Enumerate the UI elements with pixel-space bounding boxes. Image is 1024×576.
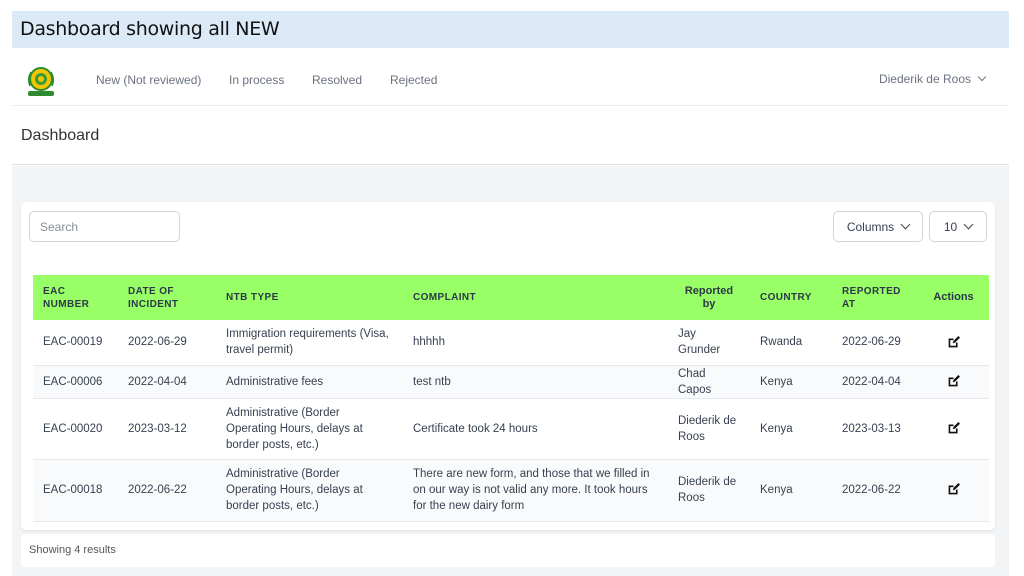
page-title: Dashboard — [21, 127, 100, 144]
table-row: EAC-00019 2022-06-29 Immigration require… — [33, 320, 989, 366]
cell-reported-at: 2022-06-22 — [832, 459, 918, 522]
edit-icon[interactable] — [947, 374, 960, 388]
cell-complaint: hhhhh — [403, 320, 668, 366]
table-row: EAC-00018 2022-06-22 Administrative (Bor… — [33, 459, 989, 522]
edit-icon[interactable] — [947, 335, 960, 349]
nav-in-process[interactable]: In process — [229, 73, 284, 87]
col-country[interactable]: COUNTRY — [750, 275, 832, 320]
cell-actions — [918, 320, 989, 366]
nav-new-not-reviewed[interactable]: New (Not reviewed) — [96, 73, 201, 87]
user-menu[interactable]: Diederik de Roos — [878, 72, 987, 86]
cell-date: 2022-04-04 — [118, 365, 216, 399]
cell-reported-at: 2023-03-13 — [832, 398, 918, 460]
col-actions: Actions — [933, 291, 974, 303]
banner: Dashboard showing all NEW — [12, 11, 1009, 48]
cell-ntb-type: Administrative (Border Operating Hours, … — [216, 398, 403, 460]
cell-eac-number: EAC-00006 — [33, 365, 118, 399]
chevron-down-icon — [977, 72, 987, 82]
cell-complaint: Certificate took 24 hours — [403, 398, 668, 460]
cell-reported-by: Diederik de Roos — [668, 398, 750, 460]
banner-title: Dashboard showing all NEW — [20, 18, 280, 40]
cell-reported-by: Chad Capos — [668, 365, 750, 399]
col-ntb-type[interactable]: NTB TYPE — [216, 275, 403, 320]
cell-country: Rwanda — [750, 320, 832, 366]
edit-icon[interactable] — [947, 421, 960, 435]
eac-logo-icon[interactable] — [24, 64, 58, 98]
chevron-down-icon — [963, 219, 974, 230]
cell-date: 2022-06-29 — [118, 320, 216, 366]
col-date-of-incident[interactable]: DATE OF INCIDENT — [118, 275, 216, 320]
nav-rejected[interactable]: Rejected — [390, 73, 437, 87]
cell-country: Kenya — [750, 459, 832, 522]
cell-reported-at: 2022-04-04 — [832, 365, 918, 399]
columns-label: Columns — [846, 219, 895, 234]
edit-icon[interactable] — [947, 483, 960, 496]
cell-reported-at: 2022-06-29 — [832, 320, 918, 366]
col-reported-by[interactable]: Reported by — [668, 275, 750, 320]
cell-country: Kenya — [750, 398, 832, 460]
col-reported-at[interactable]: REPORTED AT — [832, 275, 918, 320]
main-content: Columns 10 EACNUMBER DATE OFINCIDENT NTB… — [12, 166, 1009, 576]
cell-actions — [918, 459, 989, 522]
cell-country: Kenya — [750, 365, 832, 399]
table-header-row: EAC NUMBER DATE OF INCIDENT NTB TYPE COMPL… — [33, 275, 989, 320]
cell-ntb-type: Administrative (Border Operating Hours, … — [216, 459, 403, 522]
table-row: EAC-00020 2023-03-12 Administrative (Bor… — [33, 398, 989, 460]
chevron-down-icon — [900, 219, 911, 230]
cell-eac-number: EAC-00019 — [33, 320, 118, 366]
cell-actions — [918, 365, 989, 399]
results-footer: Showing 4 results — [21, 534, 995, 567]
cell-ntb-type: Immigration requirements (Visa, travel p… — [216, 320, 403, 366]
search-input[interactable] — [29, 211, 180, 242]
cell-actions — [918, 398, 989, 460]
cell-reported-by: Jay Grunder — [668, 320, 750, 366]
nav-resolved[interactable]: Resolved — [312, 73, 362, 87]
columns-button[interactable]: Columns — [833, 211, 923, 242]
cell-date: 2023-03-12 — [118, 398, 216, 460]
page-header: Dashboard — [12, 107, 1009, 165]
cell-complaint: test ntb — [403, 365, 668, 399]
col-eac-number[interactable]: EAC NUMBER — [33, 275, 118, 320]
results-count: Showing 4 results — [29, 544, 116, 556]
table-row: EAC-00006 2022-04-04 Administrative fees… — [33, 365, 989, 399]
page-size-value: 10 — [943, 219, 958, 234]
user-name: Diederik de Roos — [878, 72, 971, 86]
cell-eac-number: EAC-00018 — [33, 459, 118, 522]
table-card: Columns 10 EACNUMBER DATE OFINCIDENT NTB… — [21, 202, 995, 530]
cell-reported-by: Diederik de Roos — [668, 459, 750, 522]
cell-complaint: There are new form, and those that we fi… — [403, 459, 668, 522]
col-complaint[interactable]: COMPLAINT — [403, 275, 668, 320]
results-table: EAC NUMBER DATE OF INCIDENT NTB TYPE COMPL… — [33, 275, 989, 522]
cell-ntb-type: Administrative fees — [216, 365, 403, 399]
cell-date: 2022-06-22 — [118, 459, 216, 522]
top-navbar: New (Not reviewed) In process Resolved R… — [12, 52, 1009, 106]
cell-eac-number: EAC-00020 — [33, 398, 118, 460]
page-size-select[interactable]: 10 — [929, 211, 987, 242]
